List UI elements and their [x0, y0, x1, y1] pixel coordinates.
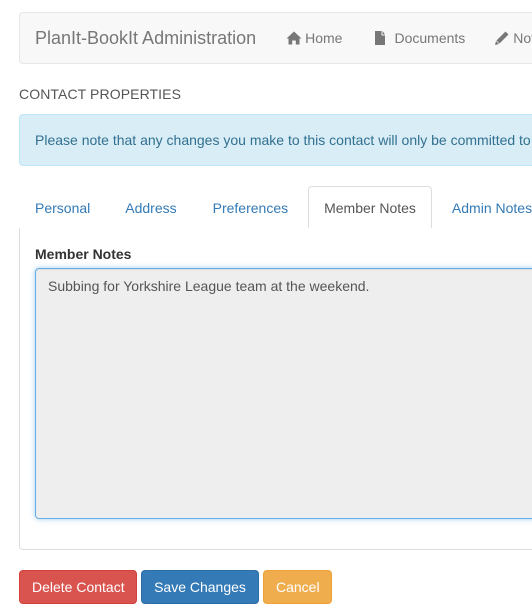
- tab-admin-notes[interactable]: Admin Notes: [436, 186, 532, 228]
- delete-contact-button[interactable]: Delete Contact: [19, 570, 137, 604]
- action-buttons: Delete Contact Save Changes Cancel: [19, 570, 336, 604]
- nav-link-documents-label: Documents: [394, 30, 466, 46]
- page: PlanIt-BookIt Administration Home Docume…: [0, 0, 532, 608]
- cancel-button[interactable]: Cancel: [263, 570, 332, 604]
- tab-preferences[interactable]: Preferences: [197, 186, 304, 228]
- info-alert: Please note that any changes you make to…: [19, 114, 532, 166]
- navbar: PlanIt-BookIt Administration Home Docume…: [19, 12, 532, 64]
- member-notes-label: Member Notes: [35, 246, 132, 262]
- pencil-icon: [494, 30, 510, 46]
- navbar-brand[interactable]: PlanIt-BookIt Administration: [20, 28, 256, 49]
- file-icon: [372, 30, 388, 46]
- info-alert-text: Please note that any changes you make to…: [35, 132, 532, 148]
- home-icon: [286, 30, 302, 46]
- tab-strip: Personal Address Preferences Member Note…: [19, 186, 532, 229]
- tab-address[interactable]: Address: [109, 186, 192, 228]
- tab-personal[interactable]: Personal: [19, 186, 106, 228]
- tab-panel-member-notes: Member Notes Subbing for Yorkshire Leagu…: [19, 228, 532, 550]
- section-title: CONTACT PROPERTIES: [19, 86, 182, 102]
- nav-link-notes-label: Notes: [513, 30, 532, 46]
- nav-link-notes[interactable]: Notes: [494, 30, 532, 46]
- save-changes-button[interactable]: Save Changes: [141, 570, 259, 604]
- nav-link-home[interactable]: Home: [286, 30, 342, 46]
- nav-link-home-label: Home: [305, 30, 343, 46]
- tab-member-notes[interactable]: Member Notes: [308, 186, 432, 229]
- nav-link-documents[interactable]: Documents: [372, 30, 465, 46]
- member-notes-textarea[interactable]: Subbing for Yorkshire League team at the…: [35, 268, 532, 519]
